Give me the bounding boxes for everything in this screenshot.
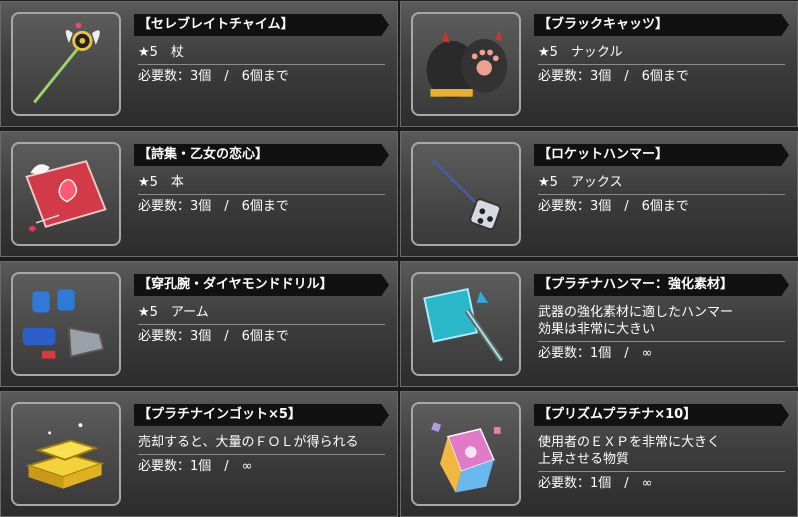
item-thumbnail [411,142,521,246]
item-rarity-type: ★5 杖 [138,44,385,65]
item-card[interactable]: 【ロケットハンマー】 ★5 アックス 必要数：3個 / 6個まで [400,131,798,257]
item-description-line1: 武器の強化素材に適したハンマー [538,305,734,320]
item-requirement: 必要数：3個 / 6個まで [138,199,289,214]
item-thumbnail [11,272,121,376]
item-card[interactable]: 【セレブレイトチャイム】 ★5 杖 必要数：3個 / 6個まで [0,1,398,127]
book-icon [25,160,107,232]
item-description-line2: 効果は非常に大きい [538,321,785,342]
item-description: 売却すると、大量のＦＯＬが得られる [138,434,385,455]
item-thumbnail [11,402,121,506]
item-thumbnail [411,12,521,116]
item-requirement: 必要数：3個 / 6個まで [538,199,689,214]
item-title: 【詩集・乙女の恋心】 [134,144,389,166]
item-description-line2: 上昇させる物質 [538,451,785,472]
item-thumbnail [11,12,121,116]
item-title: 【ブラックキャッツ】 [534,14,789,36]
item-card[interactable]: 【プラチナインゴット×5】 売却すると、大量のＦＯＬが得られる 必要数：1個 /… [0,391,398,517]
item-title: 【ロケットハンマー】 [534,144,789,166]
item-title: 【プラチナインゴット×5】 [134,404,389,426]
item-requirement: 必要数：3個 / 6個まで [138,69,289,84]
rocket-hammer-icon [431,158,502,231]
item-card[interactable]: 【穿孔腕・ダイヤモンドドリル】 ★5 アーム 必要数：3個 / 6個まで [0,261,398,387]
item-thumbnail [411,402,521,506]
item-title: 【プラチナハンマー：強化素材】 [534,274,789,296]
item-title: 【セレブレイトチャイム】 [134,14,389,36]
item-rarity-type: ★5 アーム [138,304,385,325]
item-thumbnail [11,142,121,246]
item-description-line1: 使用者のＥＸＰを非常に大きく [538,435,721,450]
item-thumbnail [411,272,521,376]
item-rarity-type: ★5 ナックル [538,44,785,65]
platinum-hammer-icon [423,287,504,363]
item-requirement: 必要数：1個 / ∞ [538,346,653,361]
item-card[interactable]: 【ブラックキャッツ】 ★5 ナックル 必要数：3個 / 6個まで [400,1,798,127]
item-title: 【穿孔腕・ダイヤモンドドリル】 [134,274,389,296]
item-card[interactable]: 【プラチナハンマー：強化素材】 武器の強化素材に適したハンマー 効果は非常に大き… [400,261,798,387]
item-requirement: 必要数：1個 / ∞ [138,459,253,474]
item-requirement: 必要数：3個 / 6個まで [538,69,689,84]
prism-crystal-icon [431,422,501,493]
item-requirement: 必要数：3個 / 6個まで [138,329,289,344]
item-requirement: 必要数：1個 / ∞ [538,476,653,491]
gold-ingot-icon [25,423,105,489]
drill-arm-icon [22,289,105,359]
item-rarity-type: ★5 アックス [538,174,785,195]
item-card[interactable]: 【プリズムプラチナ×10】 使用者のＥＸＰを非常に大きく 上昇させる物質 必要数… [400,391,798,517]
item-rarity-type: ★5 本 [138,174,385,195]
item-grid: 【セレブレイトチャイム】 ★5 杖 必要数：3個 / 6個まで 【ブラックキャッ… [0,0,798,517]
item-card[interactable]: 【詩集・乙女の恋心】 ★5 本 必要数：3個 / 6個まで [0,131,398,257]
staff-icon [33,22,100,104]
item-title: 【プリズムプラチナ×10】 [534,404,789,426]
cat-paw-glove-icon [426,29,508,99]
